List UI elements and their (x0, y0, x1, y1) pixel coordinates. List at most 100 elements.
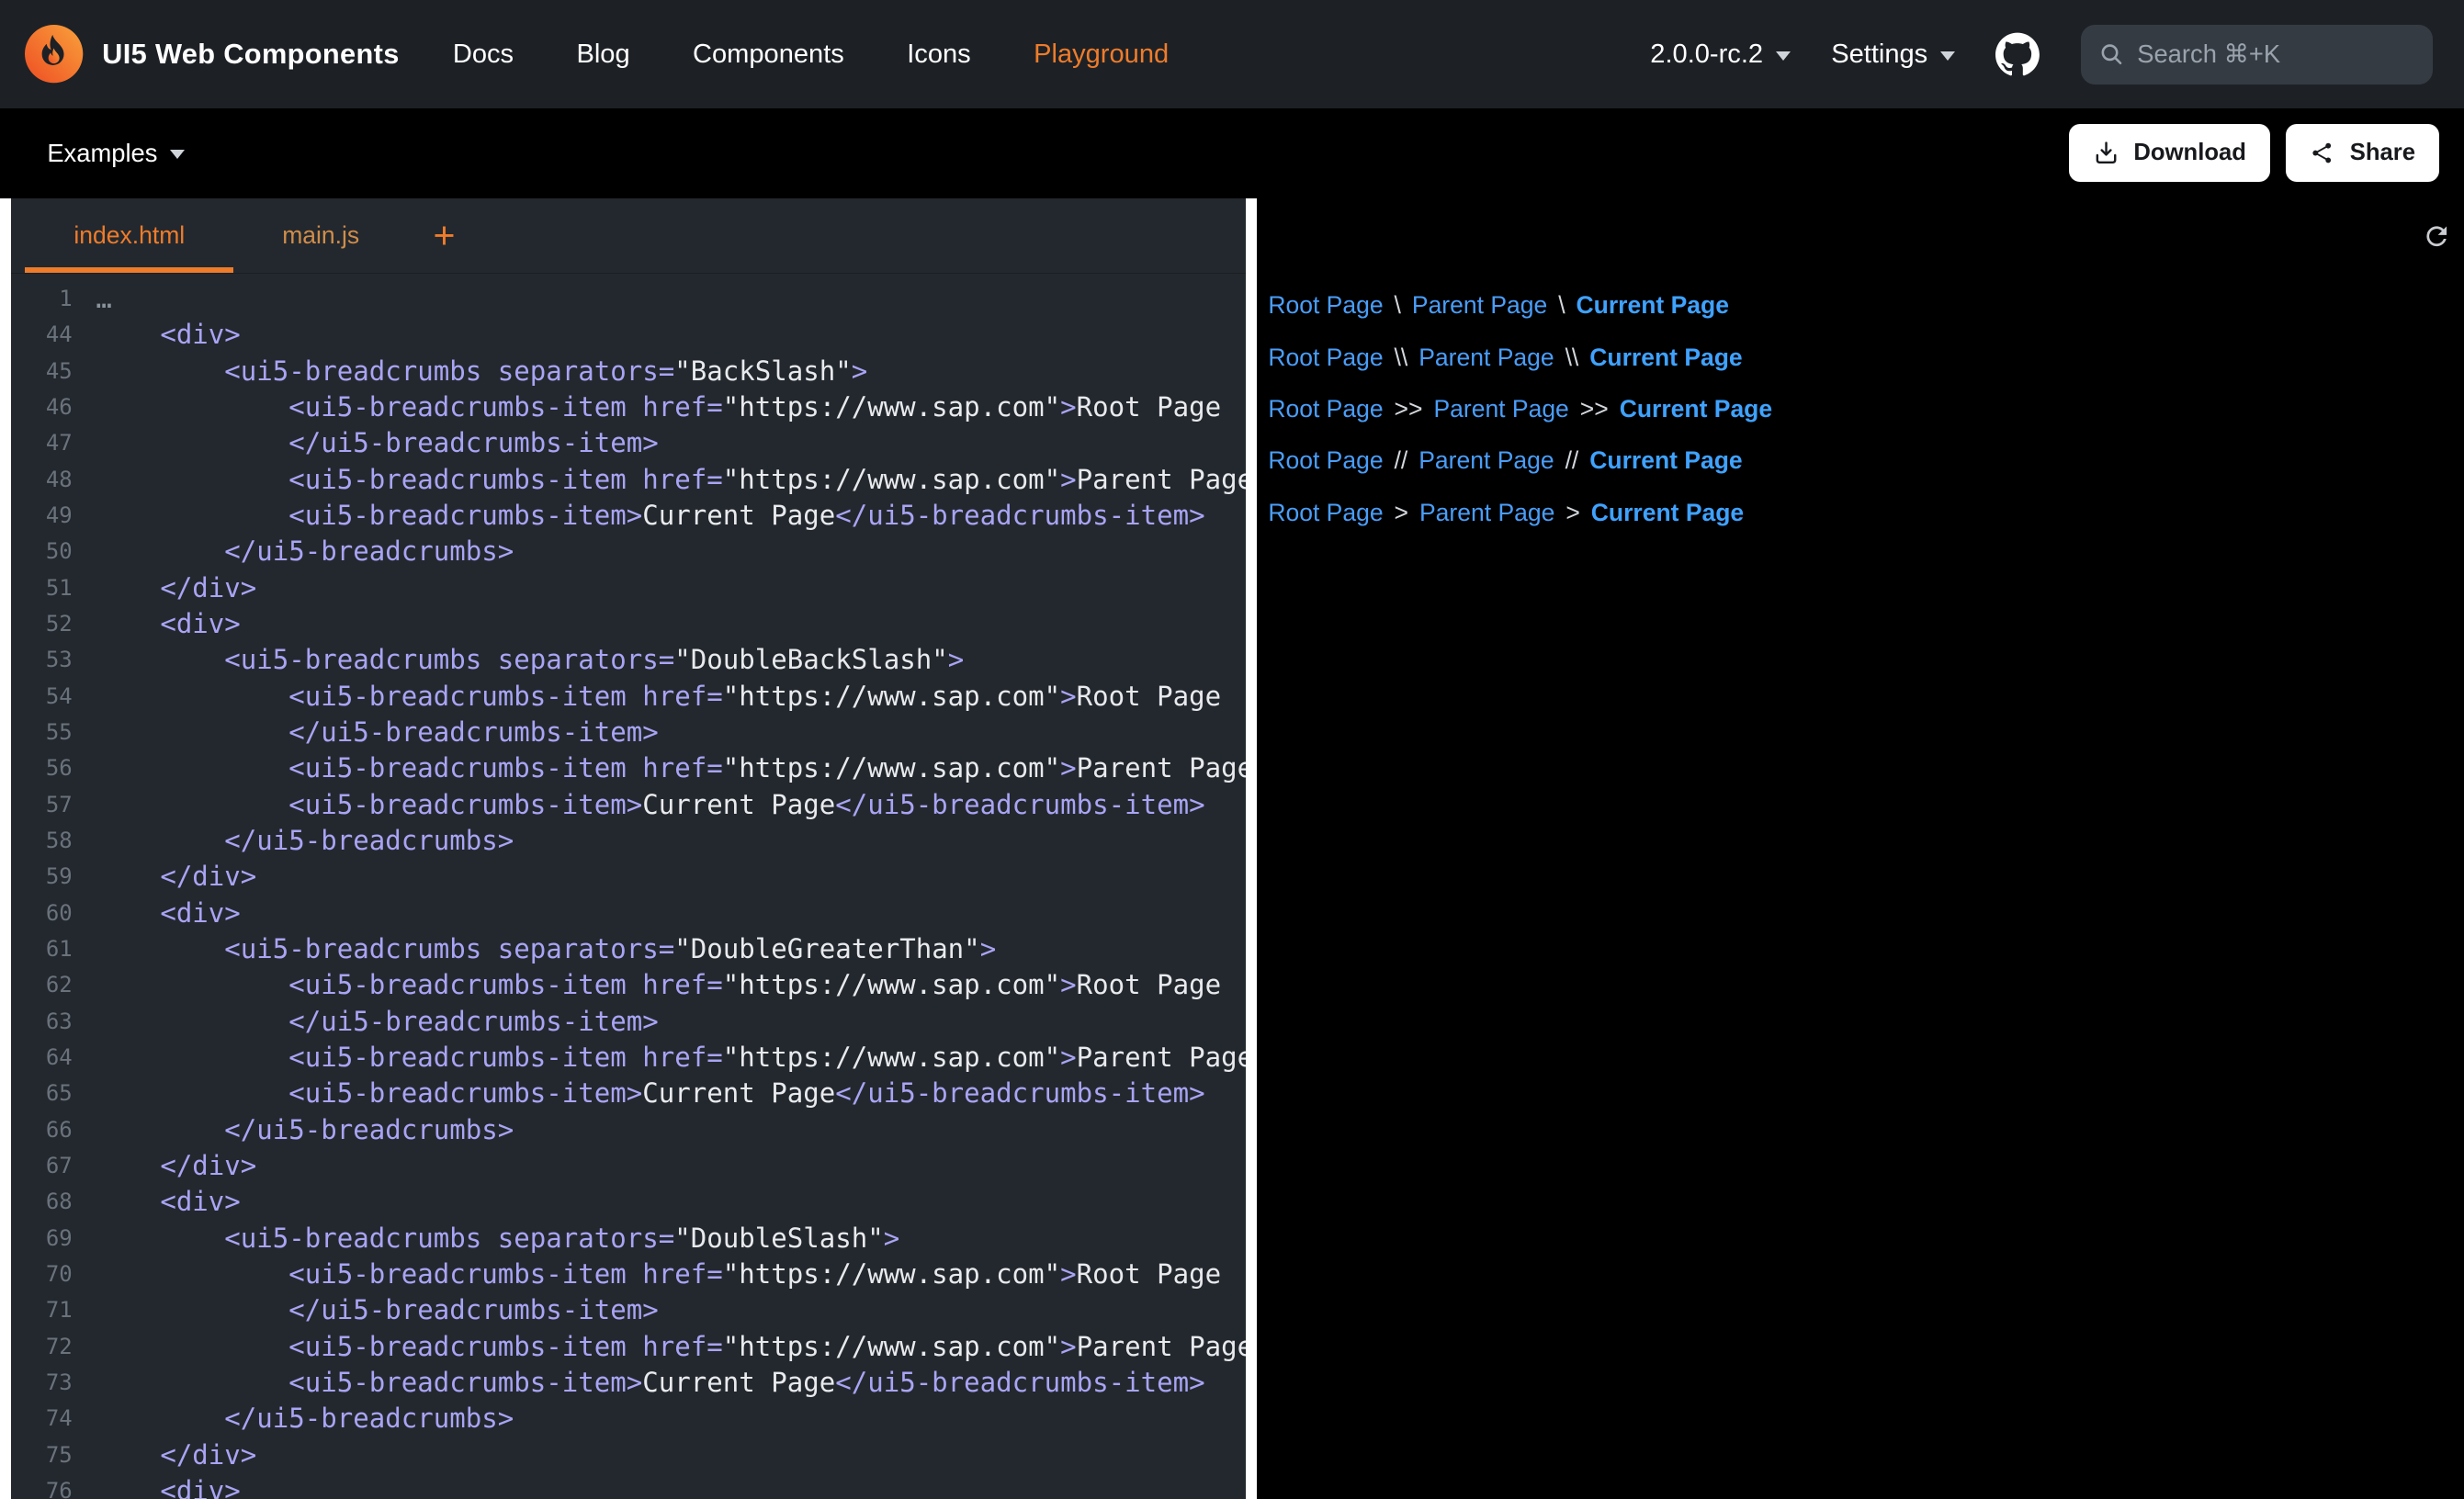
code-token: Root Page (1077, 681, 1221, 712)
code-line: 1… (11, 281, 1246, 317)
code-token (96, 1294, 288, 1325)
nav-link-playground[interactable]: Playground (1002, 0, 1200, 108)
line-number: 57 (11, 787, 73, 823)
code-token: Current Page (642, 789, 835, 820)
breadcrumb-link[interactable]: Root Page (1268, 446, 1383, 475)
breadcrumb-link[interactable]: Root Page (1268, 291, 1383, 320)
breadcrumb-link[interactable]: Parent Page (1419, 499, 1554, 527)
download-icon (2093, 140, 2119, 166)
code-token: <ui5-breadcrumbs-item> (96, 500, 642, 531)
tab-main-js[interactable]: main.js (233, 198, 408, 273)
preview-pane: Root Page\Parent Page\Current PageRoot P… (1257, 198, 2464, 1499)
share-icon (2309, 140, 2335, 166)
code-token: "https://www.sap.com" (723, 391, 1060, 423)
code-token: > (948, 644, 965, 675)
line-number: 52 (11, 606, 73, 642)
breadcrumb-separator: >> (1395, 395, 1423, 423)
line-number: 58 (11, 823, 73, 859)
breadcrumb-link[interactable]: Parent Page (1412, 291, 1547, 320)
breadcrumb-row: Root Page \\ Parent Page \\ Current Page (1268, 332, 2464, 383)
code-token: Parent Page (1077, 1042, 1247, 1073)
code-line-content: <ui5-breadcrumbs-item href="https://www.… (73, 1040, 1247, 1076)
line-number: 69 (11, 1221, 73, 1257)
breadcrumb-link[interactable]: Parent Page (1418, 446, 1554, 475)
examples-dropdown[interactable]: Examples (47, 139, 185, 168)
code-token: > (980, 933, 997, 964)
code-token: > (884, 1223, 900, 1254)
code-line: 73 <ui5-breadcrumbs-item>Current Page</u… (11, 1365, 1246, 1401)
chevron-down-icon (1940, 51, 1955, 61)
code-line: 49 <ui5-breadcrumbs-item>Current Page</u… (11, 498, 1246, 534)
code-line-content: <ui5-breadcrumbs-item href="https://www.… (73, 462, 1247, 498)
code-token: "BackSlash" (674, 355, 851, 387)
code-token: <ui5-breadcrumbs-item href= (96, 1331, 722, 1362)
code-token: </ui5-breadcrumbs-item> (288, 1006, 658, 1037)
add-tab-button[interactable]: + (408, 198, 480, 273)
code-line-content: </ui5-breadcrumbs> (73, 1112, 514, 1148)
line-number: 74 (11, 1401, 73, 1437)
code-line-content: <ui5-breadcrumbs-item href="https://www.… (73, 679, 1221, 715)
breadcrumb-link[interactable]: Root Page (1268, 344, 1383, 372)
code-line-content: </div> (73, 1437, 257, 1473)
line-number: 44 (11, 317, 73, 353)
code-token: <ui5-breadcrumbs-item href= (96, 464, 722, 495)
brand-title: UI5 Web Components (102, 38, 400, 71)
refresh-button[interactable] (2419, 219, 2455, 254)
code-editor[interactable]: 1…44 <div>45 <ui5-breadcrumbs separators… (11, 274, 1246, 1499)
nav-link-icons[interactable]: Icons (876, 0, 1002, 108)
code-token: Parent Page (1077, 752, 1247, 783)
code-line: 46 <ui5-breadcrumbs-item href="https://w… (11, 389, 1246, 425)
breadcrumb-separator: \\ (1565, 344, 1579, 372)
brand[interactable]: UI5 Web Components (25, 25, 399, 83)
breadcrumb-current: Current Page (1589, 344, 1742, 372)
search-input[interactable] (2137, 39, 2413, 69)
code-token: > (1060, 969, 1077, 1000)
code-token (96, 1006, 288, 1037)
github-link[interactable] (1995, 32, 2040, 76)
code-token: <ui5-breadcrumbs-item href= (96, 1042, 722, 1073)
line-number: 76 (11, 1473, 73, 1499)
code-token: <div> (96, 897, 240, 929)
line-number: 49 (11, 498, 73, 534)
line-number: 72 (11, 1329, 73, 1365)
share-button[interactable]: Share (2286, 124, 2439, 182)
breadcrumb-link[interactable]: Parent Page (1418, 344, 1554, 372)
nav-link-docs[interactable]: Docs (422, 0, 546, 108)
splitter-handle[interactable] (1246, 198, 1257, 1499)
code-token: Parent Page (1077, 1331, 1247, 1362)
code-token: > (1060, 1258, 1077, 1290)
code-token: "DoubleSlash" (674, 1223, 883, 1254)
download-button[interactable]: Download (2069, 124, 2269, 182)
tab-index-html[interactable]: index.html (25, 198, 233, 273)
code-line: 50 </ui5-breadcrumbs> (11, 534, 1246, 569)
code-token: "https://www.sap.com" (723, 464, 1060, 495)
version-dropdown[interactable]: 2.0.0-rc.2 (1650, 39, 1790, 70)
line-number: 68 (11, 1184, 73, 1220)
code-line-content: </div> (73, 1148, 257, 1184)
code-line-content: <ui5-breadcrumbs-item href="https://www.… (73, 1329, 1247, 1365)
refresh-icon (2422, 221, 2451, 251)
code-line: 51 </div> (11, 570, 1246, 606)
settings-dropdown[interactable]: Settings (1831, 39, 1955, 70)
code-token: </ui5-breadcrumbs-item> (835, 1367, 1204, 1398)
code-line-content: <div> (73, 896, 241, 931)
breadcrumb-separator: \\ (1395, 344, 1408, 372)
code-token: "https://www.sap.com" (723, 1042, 1060, 1073)
breadcrumb-link[interactable]: Root Page (1268, 395, 1383, 423)
code-line-content: <ui5-breadcrumbs-item>Current Page</ui5-… (73, 787, 1205, 823)
nav-link-blog[interactable]: Blog (545, 0, 661, 108)
code-token: Root Page (1077, 391, 1221, 423)
line-number: 65 (11, 1076, 73, 1111)
code-token: "https://www.sap.com" (723, 1331, 1060, 1362)
line-number: 47 (11, 425, 73, 461)
code-token: Current Page (642, 1077, 835, 1109)
code-token: </div> (96, 572, 256, 603)
breadcrumb-link[interactable]: Root Page (1268, 499, 1383, 527)
nav-link-components[interactable]: Components (661, 0, 876, 108)
code-line-content: <ui5-breadcrumbs-item href="https://www.… (73, 1257, 1221, 1292)
breadcrumb-link[interactable]: Parent Page (1433, 395, 1568, 423)
code-line: 65 <ui5-breadcrumbs-item>Current Page</u… (11, 1076, 1246, 1111)
line-number: 55 (11, 715, 73, 750)
code-token: <div> (96, 608, 240, 639)
code-line-content: <div> (73, 1473, 241, 1499)
